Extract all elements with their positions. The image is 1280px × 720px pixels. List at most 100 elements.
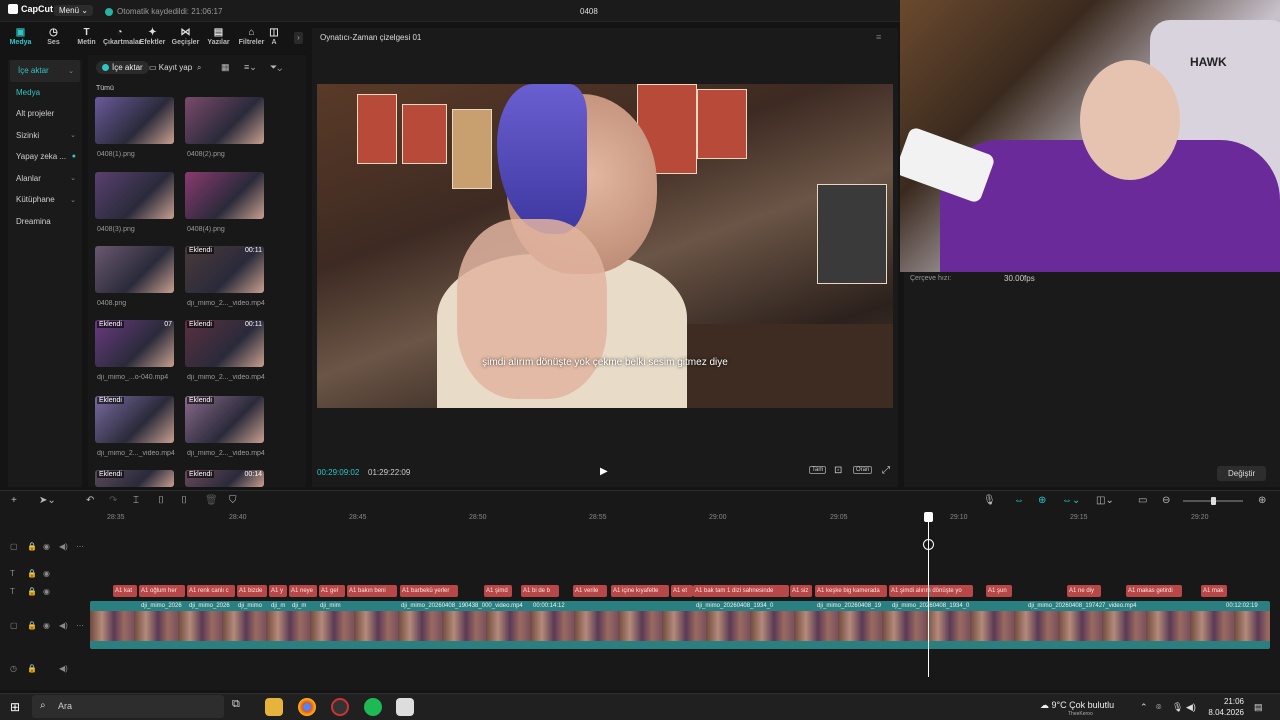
volume-icon[interactable]: ◀) (1186, 702, 1196, 713)
sidebar-item-media[interactable]: Medya (8, 82, 82, 104)
zoom-in-icon[interactable]: ⊕ (1258, 495, 1266, 506)
text-clip[interactable]: A1 verile (573, 585, 607, 597)
text-clip[interactable]: A1 şun (986, 585, 1012, 597)
ratio-button[interactable]: Oran (853, 466, 873, 474)
tab-captions[interactable]: ▤ Yazılar (202, 24, 235, 52)
media-thumbnail[interactable] (185, 97, 264, 144)
tab-adjust[interactable]: ◫ A (268, 24, 280, 52)
text-clip[interactable]: A1 et (671, 585, 693, 597)
fullscreen-icon[interactable]: ⤢ (882, 465, 890, 476)
sidebar-item-library[interactable]: Kütüphane ⌄ (8, 189, 82, 211)
more-icon[interactable]: ⋯ (76, 621, 84, 630)
media-thumbnail[interactable] (95, 246, 174, 293)
tab-transitions[interactable]: ⋈ Geçişler (169, 24, 202, 52)
lock-icon[interactable]: 🔒 (27, 587, 37, 596)
change-button[interactable]: Değiştir (1217, 466, 1267, 481)
media-thumbnail[interactable]: Eklendi (185, 396, 264, 443)
add-track-icon[interactable]: + (11, 495, 17, 506)
media-thumbnail[interactable] (95, 172, 174, 219)
network-icon[interactable]: ⌾ (1156, 702, 1161, 713)
playhead-handle[interactable] (924, 512, 933, 522)
text-clip[interactable]: A1 oğlum her (139, 585, 185, 597)
audio-icon[interactable]: ◀) (59, 621, 68, 630)
text-clip[interactable]: A1 bi de b (521, 585, 559, 597)
file-explorer-icon[interactable] (265, 698, 283, 716)
search-icon[interactable]: ⌕ (197, 63, 201, 73)
text-clip[interactable]: A1 siz (790, 585, 812, 597)
undo-icon[interactable]: ↶ (86, 495, 94, 506)
media-thumbnail[interactable] (185, 172, 264, 219)
spotify-icon[interactable] (364, 698, 382, 716)
filter-icon[interactable]: ⏷⌄ (270, 62, 282, 73)
shield-icon[interactable]: ⛉ (229, 495, 237, 506)
text-clip[interactable]: A1 ne diy (1067, 585, 1101, 597)
tab-text[interactable]: T Metin (70, 24, 103, 52)
full-quality-button[interactable]: Tam (809, 466, 827, 474)
text-clip[interactable]: A1 renk canlı c (187, 585, 235, 597)
lock-icon[interactable]: 🔒 (27, 664, 37, 673)
sidebar-item-subprojects[interactable]: Alt projeler (8, 103, 82, 125)
capcut-app-icon[interactable] (396, 698, 414, 716)
clock[interactable]: 21:06 8.04.2026 (1200, 696, 1244, 718)
more-icon[interactable]: ⋯ (76, 542, 84, 551)
grid-view-icon[interactable]: ▦ (221, 62, 230, 73)
sidebar-item-ai[interactable]: Yapay zeka ... ● (8, 146, 82, 168)
link-main-icon[interactable]: ⇔ (1014, 495, 1024, 506)
chevron-up-icon[interactable]: ⌃ (1140, 702, 1148, 713)
text-clip[interactable]: A1 bak tam 1 dizi sahnesinde (693, 585, 789, 597)
playhead[interactable] (928, 512, 929, 677)
sort-icon[interactable]: ≡⌄ (244, 62, 257, 73)
record-button[interactable]: ▭ Kayıt yap (149, 63, 192, 72)
tab-effects[interactable]: ✦ Efektler (136, 24, 169, 52)
audio-icon[interactable]: ◀) (59, 664, 68, 673)
lock-icon[interactable]: 🔒 (27, 569, 37, 578)
play-icon[interactable]: ▶ (600, 466, 608, 477)
weather-widget[interactable]: ☁ 9°C Çok bulutlu (1040, 700, 1114, 711)
notification-icon[interactable]: ▤ (1254, 702, 1263, 713)
eye-icon[interactable]: ◉ (43, 587, 50, 596)
audio-icon[interactable]: ◀) (59, 542, 68, 551)
tab-media[interactable]: ▣ Medya (4, 24, 37, 52)
text-clip[interactable]: A1 içine kıyafetle (611, 585, 669, 597)
media-thumbnail[interactable]: Eklendi 00:11 (185, 320, 264, 367)
split-right-icon[interactable]: ⌷ (181, 495, 187, 506)
chevron-right-icon[interactable]: › (294, 32, 303, 44)
zoom-out-icon[interactable]: ⊖ (1162, 495, 1170, 506)
windows-start-icon[interactable]: ⊞ (10, 700, 20, 714)
select-tool-icon[interactable]: ➤⌄ (39, 495, 56, 506)
text-clip[interactable]: A1 y (269, 585, 287, 597)
media-thumbnail[interactable]: Eklendi (95, 396, 174, 443)
zoom-slider-handle[interactable] (1211, 497, 1216, 505)
taskbar-search[interactable]: ⌕ Ara (32, 695, 224, 718)
text-clip[interactable]: A1 neye (289, 585, 317, 597)
tab-stickers[interactable]: ◔ Çıkartmalar (103, 24, 142, 52)
split-left-icon[interactable]: ⌷ (158, 495, 164, 506)
obs-icon[interactable] (331, 698, 349, 716)
preview-axis-icon[interactable]: ◫⌄ (1096, 495, 1114, 506)
text-clip[interactable]: A1 kat (113, 585, 137, 597)
media-thumbnail[interactable]: Eklendi 00:14 (185, 470, 264, 487)
split-icon[interactable]: ⌶ (133, 495, 139, 506)
menu-button[interactable]: Menü ⌄ (54, 5, 93, 16)
text-clip[interactable]: A1 barbekü yerler (400, 585, 458, 597)
microphone-icon[interactable]: 🎙 (983, 495, 996, 506)
media-thumbnail[interactable]: Eklendi (95, 470, 174, 487)
text-clip[interactable]: A1 keşke big kamerada (815, 585, 887, 597)
microphone-icon[interactable]: 🎙 (1172, 702, 1183, 713)
import-button[interactable]: İçe aktar (96, 61, 149, 74)
chrome-icon[interactable] (298, 698, 316, 716)
media-thumbnail[interactable]: Eklendi 07 (95, 320, 174, 367)
text-clip[interactable]: A1 şimd (484, 585, 512, 597)
link-icon[interactable]: ⇔⌄ (1062, 495, 1080, 506)
text-clip[interactable]: A1 gel (319, 585, 345, 597)
media-thumbnail[interactable] (95, 97, 174, 144)
eye-icon[interactable]: ◉ (43, 621, 50, 630)
sidebar-item-yours[interactable]: Sizinki ⌄ (8, 125, 82, 147)
delete-icon[interactable]: 🗑 (205, 495, 218, 506)
sidebar-item-spaces[interactable]: Alanlar ⌄ (8, 168, 82, 190)
text-clip[interactable]: A1 bakın beni (347, 585, 397, 597)
sidebar-item-dreamina[interactable]: Dreamina (8, 211, 82, 233)
eye-icon[interactable]: ◉ (43, 569, 50, 578)
media-thumbnail[interactable]: Eklendi 00:11 (185, 246, 264, 293)
text-clip[interactable]: A1 makas getirdi (1126, 585, 1182, 597)
